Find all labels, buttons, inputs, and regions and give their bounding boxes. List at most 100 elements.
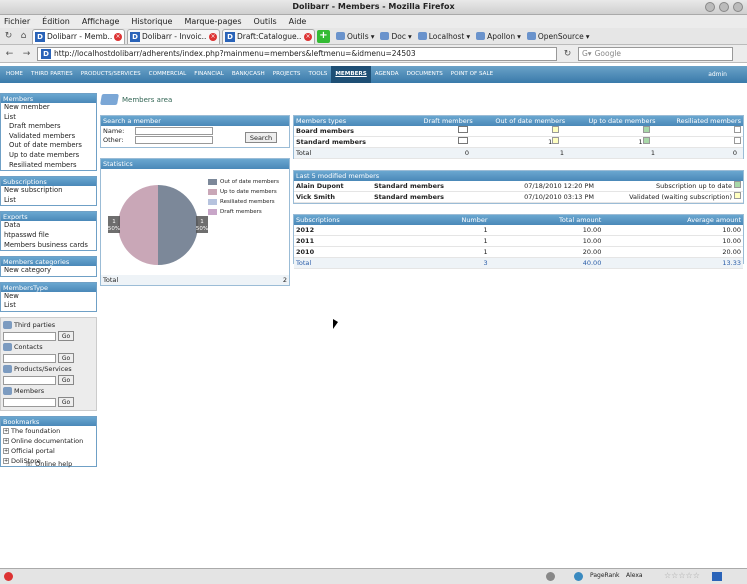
member-search-input[interactable] — [3, 397, 56, 407]
globe-icon[interactable] — [574, 572, 583, 581]
contact-go-button[interactable]: Go — [58, 353, 74, 364]
close-tab-icon[interactable]: × — [114, 32, 122, 41]
sidebar-out-of-date-members[interactable]: Out of date members — [1, 141, 96, 151]
back-arrow-icon[interactable]: ← — [3, 47, 16, 60]
product-go-button[interactable]: Go — [58, 375, 74, 386]
menu-historique[interactable]: Historique — [131, 15, 172, 28]
nav-point-of-sale[interactable]: POINT OF SALE — [447, 66, 497, 83]
sidebar-categories-head[interactable]: Members categories — [1, 257, 96, 267]
member-go-button[interactable]: Go — [58, 397, 74, 408]
sidebar-type-list[interactable]: List — [1, 301, 96, 311]
menu-aide[interactable]: Aide — [289, 15, 307, 28]
nav-products-services[interactable]: PRODUCTS/SERVICES — [77, 66, 145, 83]
close-tab-icon[interactable]: × — [209, 32, 217, 41]
member-type-link[interactable]: Standard members — [374, 192, 494, 202]
user-name[interactable]: admin — [708, 66, 727, 83]
draft-status-icon — [457, 137, 468, 144]
sidebar-validated-members[interactable]: Validated members — [1, 132, 96, 142]
pagerank-label: PageRank — [590, 572, 620, 579]
quick-label-third-parties: Third parties — [14, 321, 56, 330]
menu-affichage[interactable]: Affichage — [82, 15, 120, 28]
other-input[interactable] — [135, 135, 213, 144]
new-tab-button[interactable]: + — [317, 29, 330, 43]
search-input[interactable]: G▾ Google — [578, 46, 733, 61]
sidebar-new-subscription[interactable]: New subscription — [1, 186, 96, 196]
url-input[interactable]: Dhttp://localhostdolibarr/adherents/inde… — [37, 46, 557, 61]
member-type-link[interactable]: Standard members — [374, 181, 494, 191]
nav-bank-cash[interactable]: BANK/CASH — [228, 66, 269, 83]
sidebar-member-list[interactable]: List — [1, 113, 96, 123]
member-type-link[interactable]: Standard members — [296, 137, 458, 147]
nav-projects[interactable]: PROJECTS — [269, 66, 305, 83]
sidebar-resiliated-members[interactable]: Resiliated members — [1, 161, 96, 171]
contact-search-input[interactable] — [3, 353, 56, 363]
nav-financial[interactable]: FINANCIAL — [190, 66, 228, 83]
product-search-input[interactable] — [3, 375, 56, 385]
forward-arrow-icon[interactable]: → — [20, 47, 33, 60]
sidebar-member-type-head[interactable]: MembersType — [1, 282, 96, 292]
out-of-date-status-icon — [552, 126, 560, 133]
sidebar-bookmarks-head[interactable]: Bookmarks — [1, 416, 96, 426]
menu-outils[interactable]: Outils — [254, 15, 277, 28]
maximize-button[interactable] — [719, 2, 729, 12]
quick-label-contacts: Contacts — [14, 343, 43, 352]
menu-edition[interactable]: Édition — [42, 15, 70, 28]
nav-home[interactable]: HOME — [2, 66, 27, 83]
stop-icon[interactable] — [4, 572, 13, 581]
bookmark-outils[interactable]: Outils ▾ — [336, 32, 374, 41]
search-button[interactable]: Search — [245, 132, 277, 143]
menu-fichier[interactable]: Fichier — [4, 15, 30, 28]
sidebar-draft-members[interactable]: Draft members — [1, 122, 96, 132]
nav-tools[interactable]: TOOLS — [304, 66, 331, 83]
bookmark-foundation[interactable]: The foundation — [11, 426, 60, 436]
tab-draft-catalogue[interactable]: D Draft:Catalogue... × — [222, 28, 315, 44]
nav-documents[interactable]: DOCUMENTS — [403, 66, 447, 83]
bookmark-apollon[interactable]: Apollon ▾ — [476, 32, 521, 41]
bookmark-online-doc[interactable]: Online documentation — [11, 436, 83, 446]
nav-members[interactable]: MEMBERS — [331, 66, 371, 83]
online-help-link[interactable]: ☏ Online help — [25, 460, 72, 468]
home-icon[interactable]: ⌂ — [17, 30, 30, 43]
sidebar-up-to-date-members[interactable]: Up to date members — [1, 151, 96, 161]
sidebar-export-data[interactable]: Data — [1, 221, 96, 231]
member-link[interactable]: Alain Dupont — [296, 181, 374, 191]
member-type-link[interactable]: Board members — [296, 126, 458, 136]
close-window-button[interactable] — [733, 2, 743, 12]
addon-icon[interactable] — [546, 572, 555, 581]
sidebar-business-cards[interactable]: Members business cards — [1, 241, 96, 251]
third-party-go-button[interactable]: Go — [58, 331, 74, 342]
window-titlebar: Dolibarr - Members - Mozilla Firefox — [0, 0, 747, 15]
bookmark-opensource[interactable]: OpenSource ▾ — [526, 32, 589, 41]
sidebar-subscriptions-head[interactable]: Subscriptions — [1, 177, 96, 187]
menu-marque-pages[interactable]: Marque-pages — [184, 15, 241, 28]
minimize-button[interactable] — [705, 2, 715, 12]
member-link[interactable]: Vick Smith — [296, 192, 374, 202]
folder-icon — [336, 32, 345, 40]
table-row: Board members — [294, 126, 743, 137]
subscriptions-header: Subscriptions Number Total amount Averag… — [294, 215, 743, 225]
pie-data-label: 150% — [108, 216, 120, 233]
sidebar-subscription-list[interactable]: List — [1, 196, 96, 206]
sidebar-new-category[interactable]: New category — [1, 266, 96, 276]
reload-icon[interactable]: ↻ — [561, 47, 574, 60]
name-input[interactable] — [135, 126, 213, 135]
sidebar-members-head[interactable]: Members — [1, 94, 96, 103]
close-tab-icon[interactable]: × — [304, 32, 312, 41]
history-icon[interactable]: ↻ — [2, 30, 15, 43]
bookmark-doc[interactable]: Doc ▾ — [380, 32, 412, 41]
sidebar-new-type[interactable]: New — [1, 292, 96, 302]
statistics-head: Statistics — [101, 159, 289, 169]
third-party-search-input[interactable] — [3, 331, 56, 341]
sidebar-htpasswd[interactable]: htpasswd file — [1, 231, 96, 241]
tab-invoices[interactable]: D Dolibarr - Invoic... × — [127, 28, 220, 44]
status-up-to-date-icon — [734, 181, 741, 188]
tab-members[interactable]: D Dolibarr - Memb... × — [32, 28, 125, 44]
sidebar-exports-head[interactable]: Exports — [1, 212, 96, 222]
nav-commercial[interactable]: COMMERCIAL — [145, 66, 191, 83]
nav-third-parties[interactable]: THIRD PARTIES — [27, 66, 77, 83]
sidebar-new-member[interactable]: New member — [1, 103, 96, 113]
delicious-icon[interactable] — [712, 572, 722, 581]
nav-agenda[interactable]: AGENDA — [371, 66, 403, 83]
bookmark-localhost[interactable]: Localhost ▾ — [417, 32, 470, 41]
bookmark-official-portal[interactable]: Official portal — [11, 446, 55, 456]
